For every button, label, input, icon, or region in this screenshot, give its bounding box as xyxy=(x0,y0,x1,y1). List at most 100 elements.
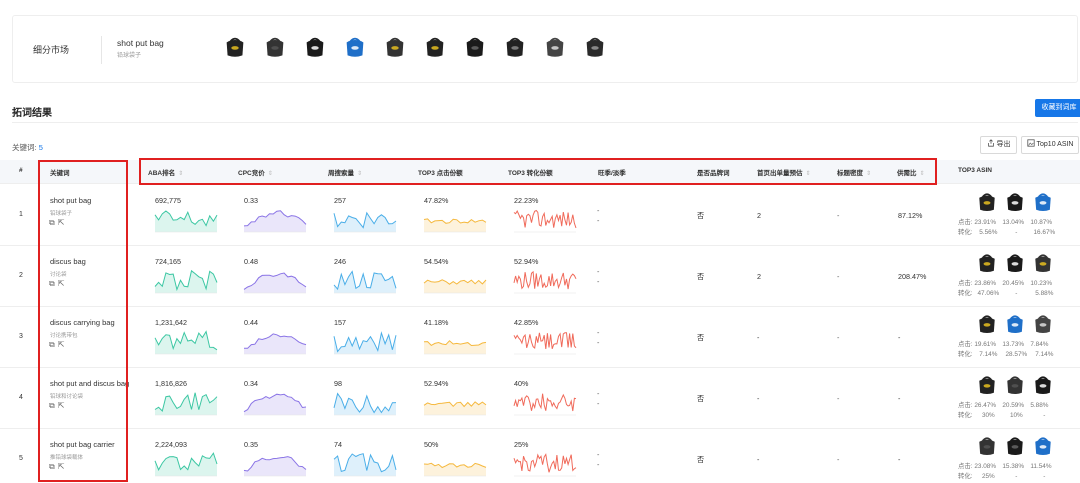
save-to-library-button[interactable]: 收藏到词库 xyxy=(1035,99,1080,117)
trend-sparkline xyxy=(423,340,487,355)
product-thumbnail[interactable] xyxy=(1003,434,1027,458)
product-thumbnail[interactable] xyxy=(1003,190,1027,214)
weekly-search-value: 246 xyxy=(334,257,346,266)
asin-conversion-label: 转化: xyxy=(958,351,973,358)
cpc-value: 0.44 xyxy=(244,318,258,327)
asin-conversion-label: 转化: xyxy=(958,229,973,236)
asin-click-value: 13.04% xyxy=(1002,219,1025,226)
product-thumbnail[interactable] xyxy=(262,34,288,60)
product-thumbnail[interactable] xyxy=(382,34,408,60)
brand-word-value: 否 xyxy=(697,393,705,403)
asin-click-label: 点击: xyxy=(958,341,973,348)
product-thumbnail[interactable] xyxy=(302,34,328,60)
asin-click-value: 7.84% xyxy=(1030,341,1049,348)
cpc-value: 0.48 xyxy=(244,257,258,266)
first-page-orders-value: - xyxy=(757,332,760,342)
product-thumbnail[interactable] xyxy=(1003,312,1027,336)
trend-sparkline xyxy=(513,453,577,477)
product-thumbnail[interactable] xyxy=(1031,373,1055,397)
asin-conversion-value: 5.56% xyxy=(979,229,998,236)
top10-asin-button[interactable]: Top10 ASIN xyxy=(1021,136,1079,154)
asin-click-shares: 点击: 23.08% 15.38% 11.54% xyxy=(958,461,1058,470)
supply-demand-value: - xyxy=(898,393,901,403)
keyword-column-highlight xyxy=(38,160,128,482)
product-thumbnail[interactable] xyxy=(422,34,448,60)
title-density-value: - xyxy=(837,393,840,403)
row-index: 3 xyxy=(19,332,23,340)
first-page-orders-value: - xyxy=(757,393,760,403)
title-density-value: - xyxy=(837,332,840,342)
season-peak-value: - xyxy=(597,205,600,215)
row-divider xyxy=(0,367,1080,368)
trend-sparkline xyxy=(513,270,577,294)
trend-sparkline xyxy=(333,453,397,477)
asin-click-value: 23.86% xyxy=(974,280,997,287)
cpc-value: 0.34 xyxy=(244,379,258,388)
asin-conversion-value: 16.67% xyxy=(1033,229,1056,236)
product-thumbnail[interactable] xyxy=(975,312,999,336)
asin-conversion-value: - xyxy=(1015,229,1018,236)
asin-conversion-shares: 转化: 30% 10% - xyxy=(958,410,1058,419)
asin-conversion-shares: 转化: 7.14% 28.57% 7.14% xyxy=(958,349,1058,358)
season-peak-value: - xyxy=(597,266,600,276)
asin-conversion-value: 10% xyxy=(1009,412,1023,419)
asin-click-value: 11.54% xyxy=(1030,463,1052,470)
season-peak-value: - xyxy=(597,388,600,398)
asin-click-label: 点击: xyxy=(958,219,973,226)
supply-demand-value: 87.12% xyxy=(898,210,923,220)
row-divider xyxy=(0,306,1080,307)
aba-rank-value: 1,816,826 xyxy=(155,379,187,388)
asin-click-value: 13.73% xyxy=(1002,341,1025,348)
aba-rank-value: 2,224,093 xyxy=(155,440,187,449)
product-thumbnail[interactable] xyxy=(462,34,488,60)
product-thumbnail[interactable] xyxy=(975,190,999,214)
asin-click-shares: 点击: 23.91% 13.04% 10.87% xyxy=(958,217,1058,226)
top3-click-share-value: 41.18% xyxy=(424,318,449,327)
keyword-count-label: 关键词: xyxy=(12,143,37,152)
row-index: 2 xyxy=(19,271,23,279)
asin-click-value: 20.59% xyxy=(1002,402,1025,409)
weekly-search-value: 98 xyxy=(334,379,342,388)
title-density-value: - xyxy=(837,271,840,281)
first-page-orders-value: 2 xyxy=(757,271,761,281)
asin-click-label: 点击: xyxy=(958,280,973,287)
product-thumbnail[interactable] xyxy=(582,34,608,60)
top3-conversion-share-value: 40% xyxy=(514,379,529,388)
trend-sparkline xyxy=(243,393,307,416)
cpc-value: 0.33 xyxy=(244,196,258,205)
season-low-value: - xyxy=(597,459,600,469)
top3-conversion-share-value: 22.23% xyxy=(514,196,539,205)
trend-sparkline xyxy=(423,462,487,477)
export-button[interactable]: 导出 xyxy=(980,136,1017,154)
product-thumbnail[interactable] xyxy=(1031,190,1055,214)
cpc-value: 0.35 xyxy=(244,440,258,449)
market-name: shot put bag xyxy=(117,38,164,48)
supply-demand-value: 208.47% xyxy=(898,271,927,281)
trend-sparkline xyxy=(423,218,487,233)
trend-sparkline xyxy=(333,331,397,355)
product-thumbnail[interactable] xyxy=(975,251,999,275)
asin-click-value: 10.87% xyxy=(1030,219,1053,226)
trend-sparkline xyxy=(333,211,397,233)
product-thumbnail[interactable] xyxy=(1003,251,1027,275)
asin-conversion-value: 30% xyxy=(981,412,995,419)
first-page-orders-value: - xyxy=(757,454,760,464)
product-thumbnail[interactable] xyxy=(222,34,248,60)
trend-sparkline xyxy=(333,270,397,294)
trend-sparkline xyxy=(513,393,577,416)
row-divider xyxy=(0,245,1080,246)
row-index: 5 xyxy=(19,454,23,462)
asin-click-label: 点击: xyxy=(958,402,973,409)
product-thumbnail[interactable] xyxy=(1031,251,1055,275)
product-thumbnail[interactable] xyxy=(502,34,528,60)
product-thumbnail[interactable] xyxy=(542,34,568,60)
brand-word-value: 否 xyxy=(697,210,705,220)
top3-conversion-share-value: 25% xyxy=(514,440,529,449)
product-thumbnail[interactable] xyxy=(342,34,368,60)
product-thumbnail[interactable] xyxy=(1031,434,1055,458)
product-thumbnail[interactable] xyxy=(1031,312,1055,336)
product-thumbnail[interactable] xyxy=(975,373,999,397)
asin-click-value: 15.38% xyxy=(1002,463,1025,470)
product-thumbnail[interactable] xyxy=(975,434,999,458)
product-thumbnail[interactable] xyxy=(1003,373,1027,397)
